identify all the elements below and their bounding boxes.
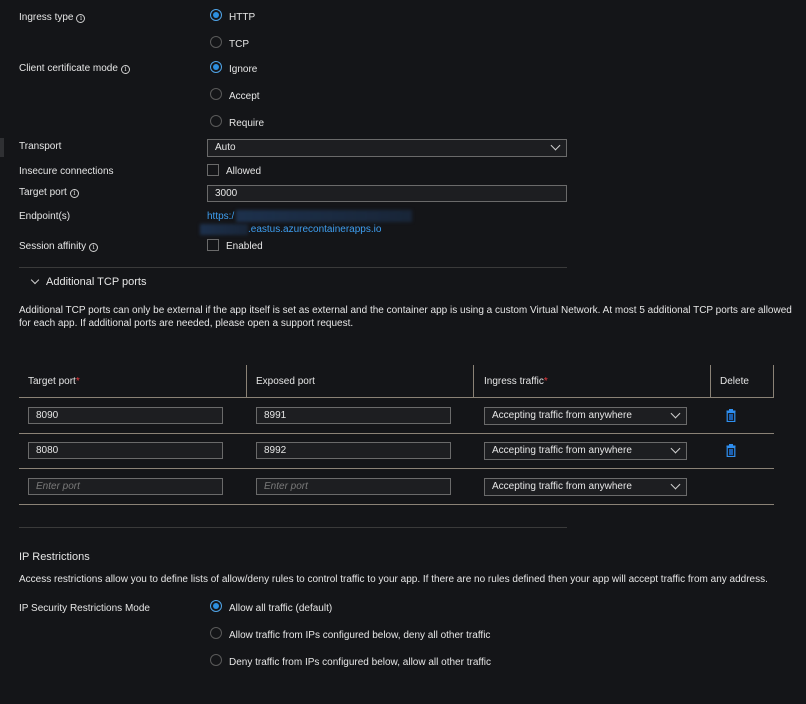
ingress-type-label: Ingress type i	[19, 12, 86, 23]
radio-ip-allow-configured-label[interactable]: Allow traffic from IPs configured below,…	[229, 630, 490, 641]
chevron-down-icon	[30, 275, 40, 285]
ip-restrictions-title: IP Restrictions	[19, 551, 90, 563]
chevron-down-icon	[670, 443, 681, 454]
sidebar-scroll-indicator	[0, 138, 4, 157]
radio-ip-allow-all[interactable]	[210, 600, 222, 612]
chevron-down-icon	[670, 408, 681, 419]
endpoint-link-line2[interactable]: .eastus.azurecontainerapps.io	[248, 224, 381, 235]
row-exposed-port-input[interactable]: Enter port	[256, 478, 451, 495]
ip-security-mode-label: IP Security Restrictions Mode	[19, 603, 150, 614]
divider	[19, 267, 567, 268]
row-ingress-traffic-select[interactable]: Accepting traffic from anywhere	[484, 442, 687, 460]
radio-cert-accept-label[interactable]: Accept	[229, 91, 260, 102]
radio-cert-ignore[interactable]	[210, 61, 222, 73]
row-divider	[19, 504, 774, 505]
insecure-connections-checkbox[interactable]	[207, 164, 219, 176]
divider	[19, 527, 567, 528]
insecure-connections-checkbox-label[interactable]: Allowed	[226, 166, 261, 177]
column-divider	[710, 365, 711, 397]
additional-tcp-description-1: Additional TCP ports can only be externa…	[19, 305, 792, 316]
column-header-delete: Delete	[720, 376, 749, 387]
radio-ip-allow-all-label[interactable]: Allow all traffic (default)	[229, 603, 332, 614]
transport-label: Transport	[19, 141, 62, 152]
column-header-target-port: Target port*	[28, 376, 80, 387]
chevron-down-icon	[670, 479, 681, 490]
redacted-region	[200, 224, 248, 235]
radio-ingress-tcp[interactable]	[210, 36, 222, 48]
radio-ingress-http[interactable]	[210, 9, 222, 21]
ip-restrictions-description: Access restrictions allow you to define …	[19, 574, 768, 585]
row-ingress-traffic-select[interactable]: Accepting traffic from anywhere	[484, 407, 687, 425]
endpoint-link-line1[interactable]: https:/	[207, 211, 234, 222]
radio-cert-require-label[interactable]: Require	[229, 118, 264, 129]
endpoints-label: Endpoint(s)	[19, 211, 71, 222]
transport-value: Auto	[215, 142, 236, 153]
column-divider	[473, 365, 474, 397]
radio-cert-require[interactable]	[210, 115, 222, 127]
radio-ingress-tcp-label[interactable]: TCP	[229, 39, 249, 50]
row-divider	[19, 397, 774, 398]
column-header-exposed-port: Exposed port	[256, 376, 315, 387]
required-marker: *	[543, 376, 548, 387]
column-divider	[246, 365, 247, 397]
transport-select[interactable]: Auto	[207, 139, 567, 157]
info-icon[interactable]: i	[89, 243, 99, 252]
row-divider	[19, 433, 774, 434]
trash-icon[interactable]	[726, 409, 736, 422]
target-port-label: Target port i	[19, 187, 79, 198]
additional-tcp-description-2: for each app. If additional ports are ne…	[19, 318, 354, 329]
session-affinity-checkbox[interactable]	[207, 239, 219, 251]
column-header-ingress-traffic: Ingress traffic*	[484, 376, 548, 387]
radio-ingress-http-label[interactable]: HTTP	[229, 12, 255, 23]
row-target-port-input[interactable]: Enter port	[28, 478, 223, 495]
row-exposed-port-input[interactable]: 8991	[256, 407, 451, 424]
column-divider	[773, 365, 774, 397]
trash-icon[interactable]	[726, 444, 736, 457]
client-cert-mode-label: Client certificate mode i	[19, 63, 130, 74]
session-affinity-label: Session affinity i	[19, 241, 99, 252]
radio-ip-deny-configured-label[interactable]: Deny traffic from IPs configured below, …	[229, 657, 491, 668]
radio-cert-ignore-label[interactable]: Ignore	[229, 64, 257, 75]
target-port-input[interactable]: 3000	[207, 185, 567, 202]
row-exposed-port-input[interactable]: 8992	[256, 442, 451, 459]
additional-tcp-title: Additional TCP ports	[46, 276, 147, 288]
row-ingress-traffic-select[interactable]: Accepting traffic from anywhere	[484, 478, 687, 496]
info-icon[interactable]: i	[76, 14, 86, 23]
radio-cert-accept[interactable]	[210, 88, 222, 100]
chevron-down-icon	[550, 140, 561, 151]
insecure-connections-label: Insecure connections	[19, 166, 114, 177]
required-marker: *	[75, 376, 80, 387]
info-icon[interactable]: i	[120, 65, 130, 74]
redacted-region	[236, 210, 412, 222]
row-target-port-input[interactable]: 8080	[28, 442, 223, 459]
radio-ip-allow-configured[interactable]	[210, 627, 222, 639]
session-affinity-checkbox-label[interactable]: Enabled	[226, 241, 263, 252]
radio-ip-deny-configured[interactable]	[210, 654, 222, 666]
info-icon[interactable]: i	[69, 189, 79, 198]
row-divider	[19, 468, 774, 469]
row-target-port-input[interactable]: 8090	[28, 407, 223, 424]
